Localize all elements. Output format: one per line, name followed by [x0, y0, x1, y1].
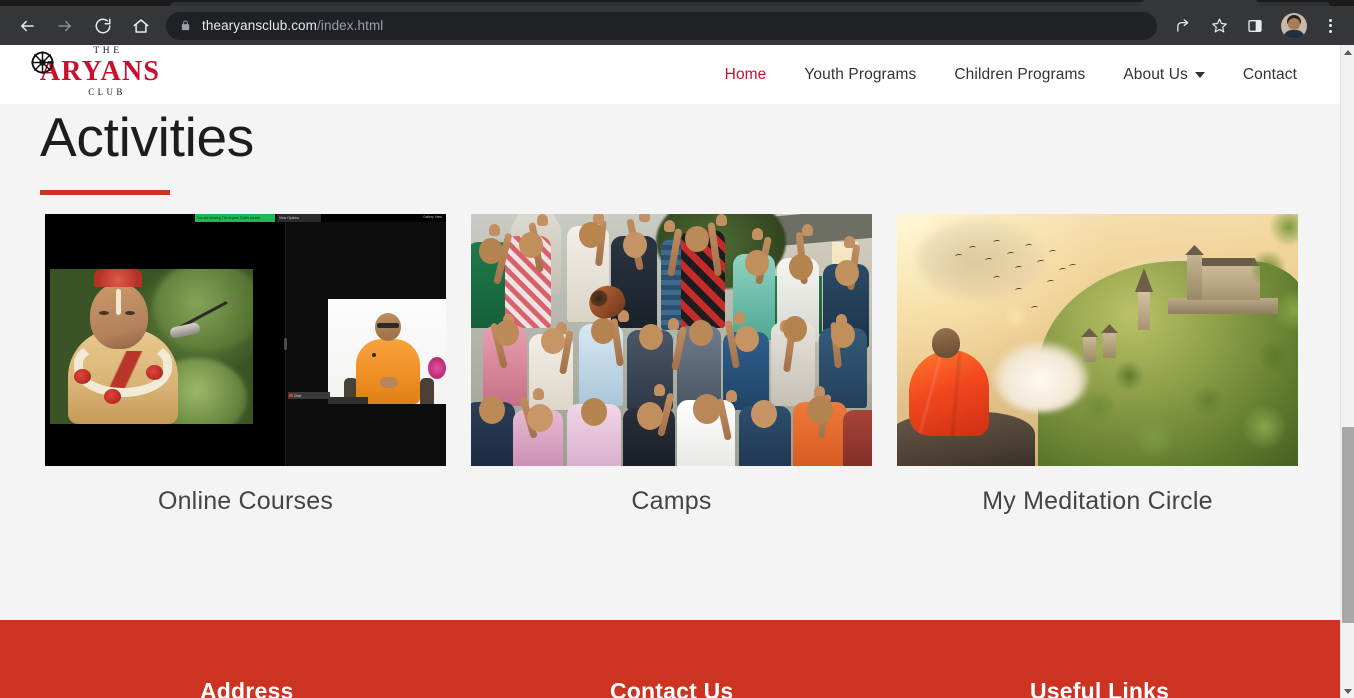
photo-guru-eye	[125, 311, 135, 315]
photo-flower-decor	[94, 269, 142, 287]
card-caption: Camps	[631, 487, 712, 515]
profile-avatar[interactable]	[1281, 12, 1307, 39]
logo-main: ARYANS	[31, 51, 161, 87]
title-accent-bar	[40, 190, 170, 195]
photo-cloud	[917, 219, 1047, 299]
nav-label: About Us	[1123, 65, 1188, 83]
nav-label: Contact	[1242, 65, 1297, 83]
zoom-banner-text: You are viewing The Aryans Club's screen	[197, 216, 261, 220]
photo-foliage	[153, 269, 253, 351]
photo-monk-head	[932, 328, 960, 358]
nav-item-youth-programs[interactable]: Youth Programs	[785, 66, 935, 84]
zoom-participant-video	[328, 299, 446, 404]
zoom-view-options-button[interactable]: View Options	[277, 214, 321, 222]
nav-item-children-programs[interactable]: Children Programs	[935, 66, 1104, 84]
video-flower	[428, 357, 446, 379]
browser-toolbar: thearyansclub.com/index.html	[0, 6, 1354, 45]
site-logo[interactable]: THE ARYANS CLUB	[31, 45, 165, 101]
toolbar-right-actions	[1165, 6, 1354, 45]
chevron-down-icon	[1194, 71, 1205, 78]
site-header: THE ARYANS CLUB Home Youth Programs Chil…	[0, 45, 1340, 104]
lock-icon	[180, 19, 191, 32]
main-navigation: Home Youth Programs Children Programs Ab…	[706, 45, 1316, 104]
photo-monk-robe	[909, 350, 989, 436]
chat-dot-icon	[289, 394, 293, 397]
video-chair	[420, 378, 434, 404]
nav-item-home[interactable]: Home	[706, 66, 786, 84]
photo-garland-rose	[146, 365, 163, 380]
activities-card-row: You are viewing The Aryans Club's screen…	[45, 214, 1298, 516]
reload-icon[interactable]	[88, 11, 118, 41]
footer-heading-address: Address	[200, 678, 294, 698]
photo-guru-tilak	[116, 289, 121, 315]
scrollbar-thumb[interactable]	[1342, 427, 1354, 623]
photo-crowd	[471, 214, 872, 466]
video-speaker-body	[356, 339, 420, 404]
zoom-chat-notification[interactable]: Chat	[288, 392, 330, 399]
scrollbar-up-arrow[interactable]	[1341, 45, 1354, 59]
photo-guru-eye	[99, 311, 109, 315]
video-lapel-mic	[372, 353, 376, 357]
activity-card-online-courses[interactable]: You are viewing The Aryans Club's screen…	[45, 214, 446, 516]
meditation-landscape-photo	[897, 214, 1298, 466]
nav-item-contact[interactable]: Contact	[1224, 66, 1316, 84]
nav-label: Youth Programs	[804, 65, 917, 83]
logo-line-club: CLUB	[88, 86, 126, 97]
nav-item-about-us[interactable]: About Us	[1104, 66, 1224, 84]
meditation-circle-image[interactable]	[897, 214, 1298, 466]
logo-line-aryans: ARYANS	[39, 55, 161, 87]
home-icon[interactable]	[126, 11, 156, 41]
video-speaker-glasses	[377, 323, 399, 328]
photo-cloud	[993, 342, 1089, 412]
camps-image[interactable]	[471, 214, 872, 466]
url-text: thearyansclub.com/index.html	[202, 18, 383, 33]
zoom-meeting-screenshot: You are viewing The Aryans Club's screen…	[45, 214, 446, 466]
page-viewport: THE ARYANS CLUB Home Youth Programs Chil…	[0, 45, 1354, 698]
page-title: Activities	[40, 106, 254, 168]
zoom-sharing-banner: You are viewing The Aryans Club's screen	[195, 214, 275, 222]
zoom-shared-photo	[50, 269, 253, 424]
star-icon[interactable]	[1204, 11, 1234, 41]
chakra-icon	[31, 51, 54, 74]
footer-heading-contact-us: Contact Us	[610, 678, 734, 698]
back-arrow-icon[interactable]	[12, 11, 42, 41]
scrollbar-down-arrow[interactable]	[1341, 684, 1354, 698]
page-scrollbar[interactable]	[1340, 45, 1354, 698]
nav-label: Home	[724, 65, 767, 83]
avatar-body	[1283, 29, 1305, 39]
zoom-pane-handle	[284, 338, 287, 350]
side-panel-icon[interactable]	[1240, 11, 1270, 41]
url-path: /index.html	[317, 18, 384, 33]
footer-heading-useful-links: Useful Links	[1030, 678, 1170, 698]
activity-card-camps[interactable]: Camps	[471, 214, 872, 516]
browser-chrome: thearyansclub.com/index.html	[0, 0, 1354, 45]
address-bar[interactable]: thearyansclub.com/index.html	[166, 11, 1157, 40]
card-caption: My Meditation Circle	[982, 487, 1213, 515]
site-footer: Address Contact Us Useful Links	[0, 620, 1340, 698]
photo-lens-flare	[1005, 306, 1027, 328]
activity-card-meditation-circle[interactable]: My Meditation Circle	[897, 214, 1298, 516]
photo-garland-rose	[74, 369, 91, 384]
camp-group-photo	[471, 214, 872, 466]
nav-label: Children Programs	[954, 65, 1086, 83]
video-name-bar	[328, 397, 368, 404]
share-icon[interactable]	[1168, 11, 1198, 41]
three-dot-menu-icon[interactable]	[1315, 11, 1345, 41]
card-caption: Online Courses	[157, 487, 334, 515]
zoom-view-options-label: View Options	[279, 216, 299, 220]
video-speaker-hands	[380, 377, 398, 388]
url-domain: thearyansclub.com	[202, 18, 318, 33]
avatar-face	[1288, 17, 1300, 30]
zoom-gallery-view-label: Gallery View	[423, 215, 442, 219]
photo-castle-tower	[1187, 254, 1202, 300]
online-courses-image[interactable]: You are viewing The Aryans Club's screen…	[45, 214, 446, 466]
photo-garland-rose	[104, 389, 121, 404]
photo-foreground-tree	[1240, 214, 1298, 394]
forward-arrow-icon[interactable]	[50, 11, 80, 41]
